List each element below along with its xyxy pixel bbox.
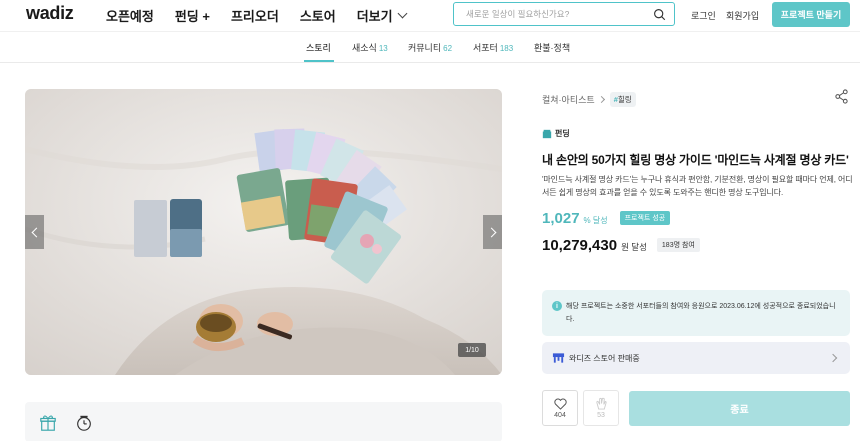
info-icon: i [552, 301, 562, 311]
menu-label: 더보기 [356, 9, 393, 24]
menu-item-open-soon[interactable]: 오픈예정 [106, 6, 154, 25]
gift-icon[interactable] [39, 414, 57, 432]
notice-text: 해당 프로젝트는 소중한 서포터들의 참여와 응원으로 2023.06.12에 … [566, 303, 836, 323]
store-label: 와디즈 스토어 판매중 [569, 353, 640, 363]
menu-label: 오픈예정 [106, 9, 154, 24]
tab-refund-policy[interactable]: 환불·정책 [534, 41, 570, 54]
menu-item-more[interactable]: 더보기 [356, 6, 408, 25]
tab-label: 새소식 [352, 43, 377, 53]
like-button[interactable]: 404 [542, 390, 578, 426]
clock-icon[interactable] [75, 414, 93, 432]
category-link[interactable]: 컬쳐·아티스트 [542, 93, 595, 106]
category-breadcrumb: 컬쳐·아티스트 #힐링 [542, 92, 636, 107]
top-navigation: wadiz 오픈예정 펀딩 + 프리오더 스토어 더보기 새로운 일상이 필요하… [0, 0, 860, 32]
hashtag-badge[interactable]: #힐링 [609, 92, 636, 107]
active-tab-indicator [304, 60, 334, 62]
ended-button[interactable]: 종료 [629, 391, 850, 426]
reward-info-strip [25, 402, 502, 441]
store-icon [552, 353, 565, 363]
gallery-next-button[interactable] [483, 215, 502, 249]
search-input[interactable]: 새로운 일상이 필요하신가요? [453, 2, 675, 26]
main-menu: 오픈예정 펀딩 + 프리오더 스토어 더보기 [106, 6, 427, 25]
funding-amount-unit: 원 달성 [621, 242, 647, 252]
tab-count: 13 [378, 44, 388, 53]
gallery-prev-button[interactable] [25, 215, 44, 249]
project-title: 내 손안의 50가지 힐링 명상 가이드 '마인드늑 사계절 명상 카드' [542, 153, 849, 167]
store-selling-link[interactable]: 와디즈 스토어 판매중 [542, 342, 850, 374]
tab-count: 183 [499, 44, 514, 53]
signup-link[interactable]: 회원가입 [726, 9, 759, 22]
wadiz-logo[interactable]: wadiz [26, 3, 74, 24]
achievement-rate-row: 1,027 % 달성 프로젝트 성공 [542, 210, 671, 228]
tab-label: 커뮤니티 [408, 43, 442, 53]
search-placeholder: 새로운 일상이 필요하신가요? [466, 9, 570, 19]
heart-icon [553, 398, 567, 410]
achievement-rate-unit: % 달성 [583, 216, 608, 225]
tab-label: 서포터 [473, 43, 498, 53]
cheer-count: 53 [597, 412, 605, 419]
cheer-button[interactable]: 53 [583, 390, 619, 426]
login-link[interactable]: 로그인 [691, 9, 716, 22]
menu-label: 펀딩 + [174, 9, 210, 24]
make-project-button[interactable]: 프로젝트 만들기 [772, 2, 850, 27]
menu-item-preorder[interactable]: 프리오더 [231, 6, 279, 25]
achievement-rate: 1,027 [542, 210, 580, 227]
tab-label: 환불·정책 [534, 43, 571, 53]
tag-label: 힐링 [617, 95, 632, 104]
project-tabs: 스토리 새소식 13 커뮤니티 62 서포터 183 환불·정책 [0, 33, 860, 63]
tab-supporters[interactable]: 서포터 183 [473, 41, 513, 54]
search-icon[interactable] [653, 8, 666, 21]
tab-count: 62 [443, 44, 453, 53]
funding-icon [542, 129, 552, 138]
project-type-badge: 펀딩 [542, 128, 570, 139]
chevron-right-icon [597, 95, 605, 104]
share-icon[interactable] [834, 89, 849, 104]
project-image-gallery[interactable]: 1/10 [25, 89, 502, 375]
menu-item-funding[interactable]: 펀딩 + [175, 6, 210, 25]
menu-label: 프리오더 [230, 9, 279, 24]
menu-item-store[interactable]: 스토어 [300, 6, 336, 25]
chevron-left-icon [31, 227, 41, 237]
clap-icon [595, 397, 607, 410]
project-ended-notice: i 해당 프로젝트는 소중한 서포터들의 참여와 응원으로 2023.06.12… [542, 290, 850, 336]
chevron-down-icon [397, 8, 408, 19]
like-count: 404 [554, 411, 566, 419]
chevron-right-icon [828, 353, 838, 363]
image-counter: 1/10 [458, 343, 486, 357]
tab-label: 스토리 [306, 43, 331, 53]
chevron-right-icon [486, 227, 496, 237]
tab-community[interactable]: 커뮤니티 62 [408, 41, 452, 54]
project-description: '마인드늑 사계절 명상 카드'는 누구나 휴식과 편안함, 기분전환, 명상이… [542, 175, 853, 197]
tab-news[interactable]: 새소식 13 [352, 41, 388, 54]
tab-story[interactable]: 스토리 [306, 41, 331, 54]
project-photo [25, 89, 502, 375]
funding-amount: 10,279,430 [542, 237, 618, 254]
success-badge: 프로젝트 성공 [619, 211, 671, 225]
project-type-label: 펀딩 [555, 129, 570, 138]
funding-amount-row: 10,279,430 원 달성 183명 참여 [542, 237, 700, 255]
menu-label: 스토어 [299, 9, 336, 24]
supporter-count-badge: 183명 참여 [656, 238, 700, 252]
